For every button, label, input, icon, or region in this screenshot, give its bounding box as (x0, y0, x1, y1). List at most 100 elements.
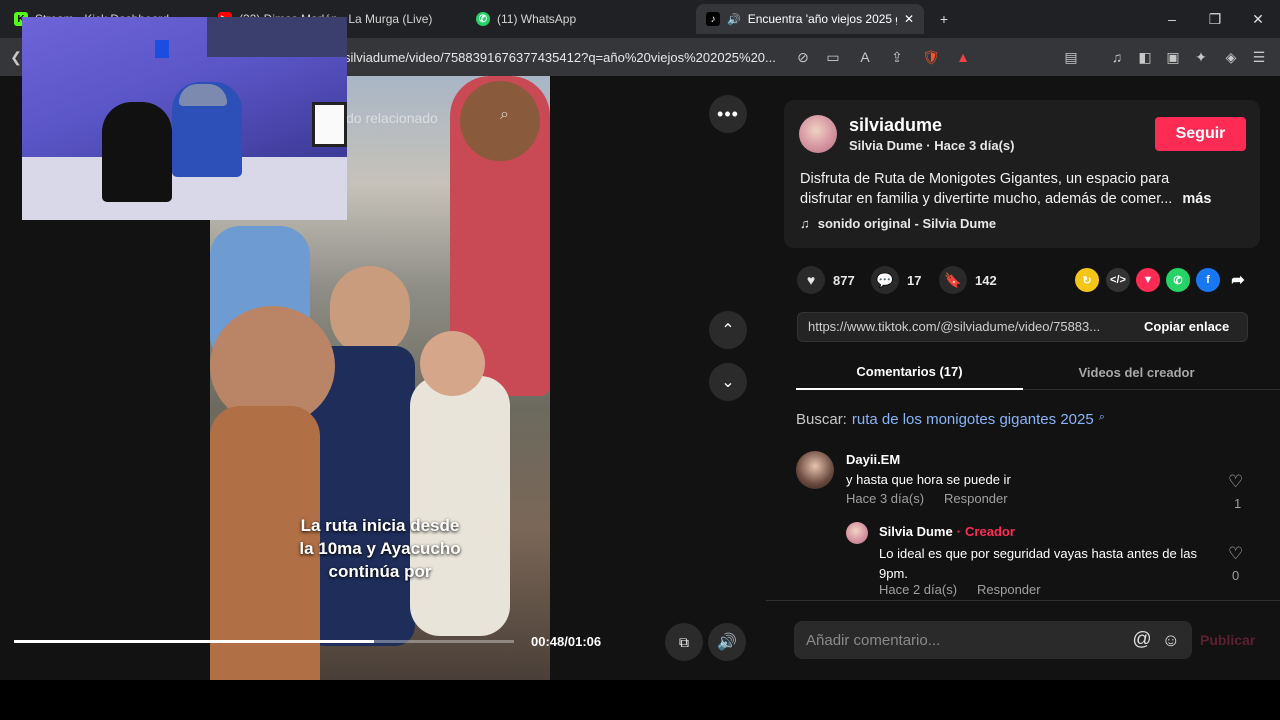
add-comment-placeholder: Añadir comentario... (806, 631, 941, 649)
next-video-button[interactable]: ⌄ (709, 363, 747, 401)
sound-link[interactable]: ♫ sonido original - Silvia Dume (800, 216, 996, 231)
wallet-icon[interactable]: ▣ (1162, 46, 1184, 68)
person-head (420, 331, 485, 396)
cast-icon[interactable]: ▭ (822, 46, 844, 68)
comment-action[interactable]: 💬 17 (871, 266, 921, 294)
repost-icon[interactable]: ↻ (1075, 268, 1099, 292)
shelf (207, 17, 347, 57)
search-label: Buscar: (796, 411, 847, 428)
close-window-button[interactable]: ✕ (1246, 8, 1270, 30)
tab-comments[interactable]: Comentarios (17) (796, 354, 1023, 390)
tab-creator-videos[interactable]: Videos del creador (1023, 354, 1250, 390)
cap (179, 84, 227, 106)
tiktok-icon: ♪ (706, 12, 720, 26)
video-search-overlay[interactable]: do relacionado (346, 104, 526, 132)
like-action[interactable]: ♥ 877 (797, 266, 855, 294)
comment-icon[interactable]: 💬 (871, 266, 899, 294)
embed-icon[interactable]: </> (1106, 268, 1130, 292)
reader-icon[interactable]: ▤ (1060, 46, 1082, 68)
close-tab-icon[interactable]: ✕ (904, 12, 914, 26)
video-time: 00:48/01:06 (531, 634, 602, 649)
translate-icon[interactable]: A (854, 46, 876, 68)
comment-username[interactable]: Silvia Dume (879, 524, 953, 539)
menu-icon[interactable]: ☰ (1248, 46, 1270, 68)
webcam-overlay (22, 17, 347, 220)
volume-icon[interactable]: 🔊 (708, 623, 746, 661)
previous-video-button[interactable]: ⌃ (709, 311, 747, 349)
video-link[interactable]: https://www.tiktok.com/@silviadume/video… (808, 319, 1128, 334)
description-line: disfrutar en familia y divertirte mucho,… (800, 191, 1173, 207)
brave-shield-icon[interactable]: 🛡 (920, 46, 942, 68)
creator-badge: Creador (965, 524, 1015, 539)
heart-outline-icon[interactable]: ♡ (1228, 472, 1243, 492)
comment-like-count: 1 (1234, 496, 1242, 511)
search-icon: ⌕ (1098, 411, 1105, 423)
divider (766, 600, 1280, 601)
caption-line: la 10ma y Ayacucho (299, 539, 461, 558)
bookmark-icon[interactable]: 🔖 (939, 266, 967, 294)
video-progress-fill (14, 640, 374, 643)
video-progress-bar[interactable] (14, 640, 514, 643)
emoji-icon[interactable]: ☺ (1162, 630, 1180, 651)
share-arrow-icon[interactable]: ➦ (1226, 268, 1250, 292)
follow-button[interactable]: Seguir (1155, 117, 1246, 151)
light (155, 40, 169, 58)
video-description: Disfruta de Ruta de Monigotes Gigantes, … (800, 169, 1250, 209)
search-overlay-text: do relacionado (346, 110, 438, 126)
sound-label: sonido original - Silvia Dume (817, 216, 997, 231)
whatsapp-share-icon[interactable]: ✆ (1166, 268, 1190, 292)
tracking-icon[interactable]: ⊘ (792, 46, 814, 68)
heart-icon[interactable]: ♥ (797, 266, 825, 294)
description-line: Disfruta de Ruta de Monigotes Gigantes, … (800, 171, 1170, 187)
speaker-icon: 🔊 (727, 13, 741, 26)
music-note-icon: ♫ (800, 216, 810, 231)
person-body (410, 376, 510, 636)
save-action[interactable]: 🔖 142 (939, 266, 997, 294)
copy-link-button[interactable]: Copiar enlace (1144, 319, 1229, 334)
share-icon[interactable]: ⇪ (886, 46, 908, 68)
vpn-icon[interactable]: ◈ (1220, 46, 1242, 68)
heart-outline-icon[interactable]: ♡ (1228, 544, 1243, 564)
reply-button[interactable]: Responder (944, 491, 1008, 506)
comment-text-line: Lo ideal es que por seguridad vayas hast… (879, 546, 1197, 561)
tab-whatsapp[interactable]: ✆ (11) WhatsApp (466, 4, 686, 34)
more-options-button[interactable]: ••• (709, 95, 747, 133)
send-icon[interactable]: ▼ (1136, 268, 1160, 292)
reply-button[interactable]: Responder (977, 582, 1041, 597)
comment-text: Lo ideal es que por seguridad vayas hast… (879, 544, 1219, 584)
tab-label: Encuentra 'año viejos 2025 g (747, 12, 897, 26)
save-count: 142 (975, 272, 997, 288)
facebook-share-icon[interactable]: f (1196, 268, 1220, 292)
author-subtitle: Silvia Dume · Hace 3 día(s) (849, 138, 1015, 153)
avatar[interactable] (799, 115, 837, 153)
rewards-icon[interactable]: ▲ (952, 46, 974, 68)
leo-icon[interactable]: ✦ (1190, 46, 1212, 68)
avatar[interactable] (796, 451, 834, 489)
tab-tiktok[interactable]: ♪ 🔊 Encuentra 'año viejos 2025 g ✕ (696, 4, 924, 34)
sidebar-icon[interactable]: ◧ (1134, 46, 1156, 68)
minimize-button[interactable]: – (1160, 8, 1184, 30)
pip-toggle-icon[interactable]: ⧉ (665, 623, 703, 661)
search-suggestion[interactable]: Buscar: ruta de los monigotes gigantes 2… (796, 411, 1105, 428)
person-head (330, 266, 410, 356)
comment-like-count: 0 (1232, 568, 1240, 583)
search-icon[interactable]: ⌕ (500, 106, 509, 124)
search-query[interactable]: ruta de los monigotes gigantes 2025 (852, 411, 1094, 428)
comment-username[interactable]: Dayii.EM (846, 452, 900, 467)
maximize-button[interactable]: ❐ (1203, 8, 1227, 30)
avatar[interactable] (846, 522, 868, 544)
username[interactable]: silviadume (849, 115, 942, 136)
person-silhouette (102, 102, 172, 202)
new-tab-button[interactable]: + (932, 8, 956, 30)
comment-time: Hace 3 día(s) (846, 491, 925, 506)
media-icon[interactable]: ♫ (1106, 46, 1128, 68)
more-link[interactable]: más (1182, 191, 1211, 207)
comment-time: Hace 2 día(s) (879, 582, 958, 597)
add-comment-input[interactable]: Añadir comentario... @ ☺ (794, 621, 1192, 659)
mention-icon[interactable]: @ (1132, 629, 1151, 651)
caption-line: continúa por (328, 562, 432, 581)
comment-count: 17 (907, 272, 922, 288)
publish-button[interactable]: Publicar (1200, 632, 1255, 648)
video-caption: La ruta inicia desde la 10ma y Ayacucho … (210, 514, 550, 583)
comment-text: y hasta que hora se puede ir (846, 472, 1011, 487)
